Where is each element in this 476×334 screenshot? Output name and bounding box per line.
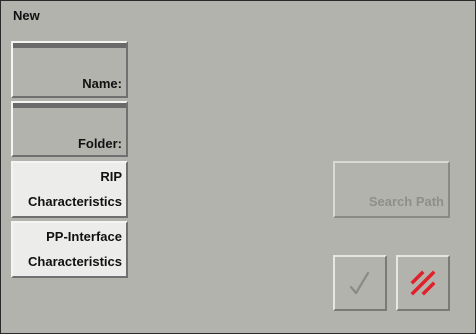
pp-interface-characteristics-label-line2: Characteristics	[28, 254, 122, 269]
name-field-label: Name:	[82, 76, 122, 91]
rip-characteristics-label-line1: RIP	[100, 169, 122, 184]
checkmark-icon	[349, 271, 370, 295]
rip-characteristics-label-line2: Characteristics	[28, 194, 122, 209]
folder-field-button[interactable]: Folder:	[11, 101, 128, 157]
pp-interface-characteristics-label-line1: PP-Interface	[46, 229, 122, 244]
folder-field-label: Folder:	[77, 136, 122, 151]
name-field-bar	[13, 43, 126, 48]
dialog-title: New	[13, 8, 40, 23]
name-field-button[interactable]: Name:	[11, 41, 128, 98]
cancel-hatch-icon	[410, 270, 436, 296]
ok-button[interactable]	[333, 255, 387, 311]
pp-interface-characteristics-button[interactable]: PP-Interface Characteristics	[11, 221, 128, 278]
search-path-label: Search Path	[368, 194, 444, 209]
folder-field-bar	[13, 103, 126, 108]
search-path-button[interactable]: Search Path	[333, 161, 450, 218]
cancel-button[interactable]	[396, 255, 450, 311]
new-dialog: New Name: Folder: RIP Characteristics PP…	[0, 0, 476, 334]
rip-characteristics-button[interactable]: RIP Characteristics	[11, 161, 128, 218]
